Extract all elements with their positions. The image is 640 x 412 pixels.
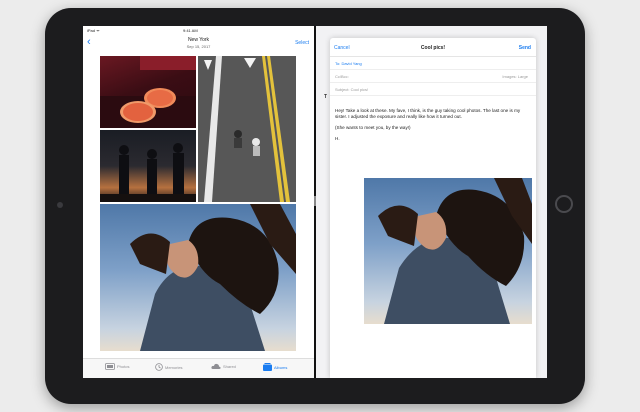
photo-road-skaters[interactable] [198, 56, 296, 202]
status-time: 9:41 AM [183, 28, 198, 33]
tab-memories[interactable]: Memories [155, 363, 183, 375]
send-button[interactable]: Send [519, 45, 531, 51]
front-camera [57, 202, 63, 208]
mail-app-pane: T Cancel Cool pics! Send To: David Yang … [316, 26, 547, 378]
tab-photos[interactable]: Photos [105, 363, 129, 375]
compose-title: Cool pics! [420, 45, 446, 51]
photo-grapefruit[interactable] [100, 56, 196, 128]
tab-albums[interactable]: Albums [263, 363, 287, 375]
status-bar: iPad ᯤ 9:41 AM [83, 26, 314, 34]
album-title: New York [187, 37, 210, 43]
subject-field[interactable]: Subject: Cool pics! [330, 83, 536, 96]
tab-shared[interactable]: Shared [211, 363, 236, 375]
compose-sheet: Cancel Cool pics! Send To: David Yang Cc… [330, 38, 536, 378]
ipad-screen: iPad ᯤ 9:41 AM ‹ New York Sep 15, 2017 S… [83, 26, 547, 378]
select-button[interactable]: Select [295, 40, 309, 46]
photos-nav-bar: ‹ New York Sep 15, 2017 Select [83, 34, 314, 54]
home-button[interactable] [555, 195, 573, 213]
message-body[interactable]: Hey! Take a look at these. My fave, I th… [335, 108, 531, 147]
memories-icon [155, 363, 163, 371]
cc-label: Cc/Bcc: [335, 74, 349, 79]
to-field[interactable]: To: David Yang [330, 57, 536, 70]
photo-sunset-silhouettes[interactable] [100, 130, 196, 202]
to-value: To: David Yang [335, 61, 362, 66]
cc-field[interactable]: Cc/Bcc: Images: Large [330, 70, 536, 83]
photo-woman-portrait[interactable] [100, 204, 296, 351]
subject-value: Subject: Cool pics! [335, 87, 369, 92]
photos-icon [105, 363, 115, 370]
album-date: Sep 15, 2017 [186, 44, 211, 49]
body-paragraph-1: Hey! Take a look at these. My fave, I th… [335, 108, 521, 119]
cloud-icon [211, 363, 221, 370]
photos-tab-bar: Photos Memories Shared Albums [83, 358, 314, 378]
body-signature: H. [335, 136, 340, 141]
attached-photo[interactable] [364, 178, 532, 324]
albums-icon [263, 363, 272, 371]
compose-header: Cancel Cool pics! Send [330, 38, 536, 57]
background-letter: T [324, 94, 328, 100]
body-paragraph-2: (She wants to meet you, by the way!) [335, 125, 411, 130]
images-size-label[interactable]: Images: Large [502, 74, 528, 79]
photos-app-pane: iPad ᯤ 9:41 AM ‹ New York Sep 15, 2017 S… [83, 26, 314, 378]
